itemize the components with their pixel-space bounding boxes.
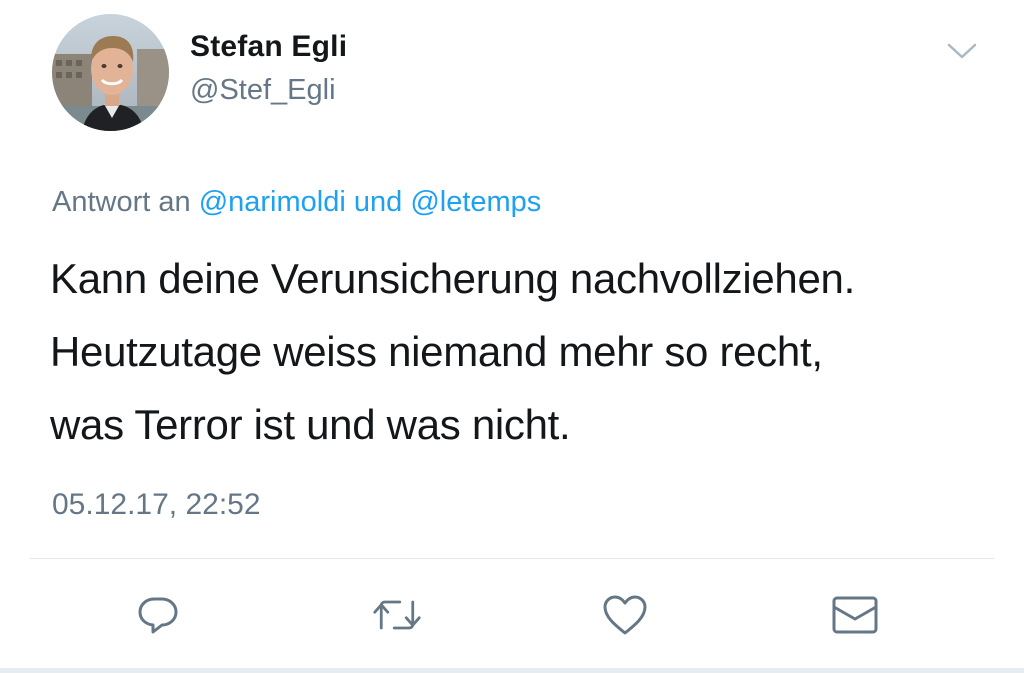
tweet-text-line: was Terror ist und was nicht. <box>50 401 571 448</box>
message-button[interactable] <box>830 590 880 640</box>
tweet-text-line: Kann deine Verunsicherung nachvollziehen… <box>50 255 855 302</box>
chevron-down-icon[interactable] <box>946 40 978 62</box>
mention-link[interactable]: @letemps <box>410 186 541 218</box>
tweet-timestamp: 05.12.17, 22:52 <box>52 488 261 521</box>
author-handle[interactable]: @Stef_Egli <box>190 74 336 107</box>
author-display-name[interactable]: Stefan Egli <box>190 30 347 64</box>
retweet-button[interactable] <box>372 590 422 640</box>
reply-icon <box>138 597 178 634</box>
like-button[interactable] <box>600 590 650 640</box>
like-icon <box>603 595 647 635</box>
reply-prefix: Antwort an <box>52 186 191 218</box>
reply-context: Antwort an @narimoldi und @letemps <box>52 186 541 219</box>
avatar[interactable] <box>52 14 169 131</box>
reply-button[interactable] <box>133 590 183 640</box>
message-icon <box>832 596 878 634</box>
divider <box>30 558 994 559</box>
tweet-text: Kann deine Verunsicherung nachvollziehen… <box>50 242 990 461</box>
mention-link[interactable]: @narimoldi <box>199 186 346 218</box>
tweet-text-line: Heutzutage weiss niemand mehr so recht, <box>50 328 823 375</box>
reply-conjunction[interactable]: und <box>354 186 402 218</box>
retweet-icon <box>373 600 421 630</box>
tweet-card: Stefan Egli @Stef_Egli Antwort an @narim… <box>0 0 1024 673</box>
bottom-border <box>0 668 1024 673</box>
